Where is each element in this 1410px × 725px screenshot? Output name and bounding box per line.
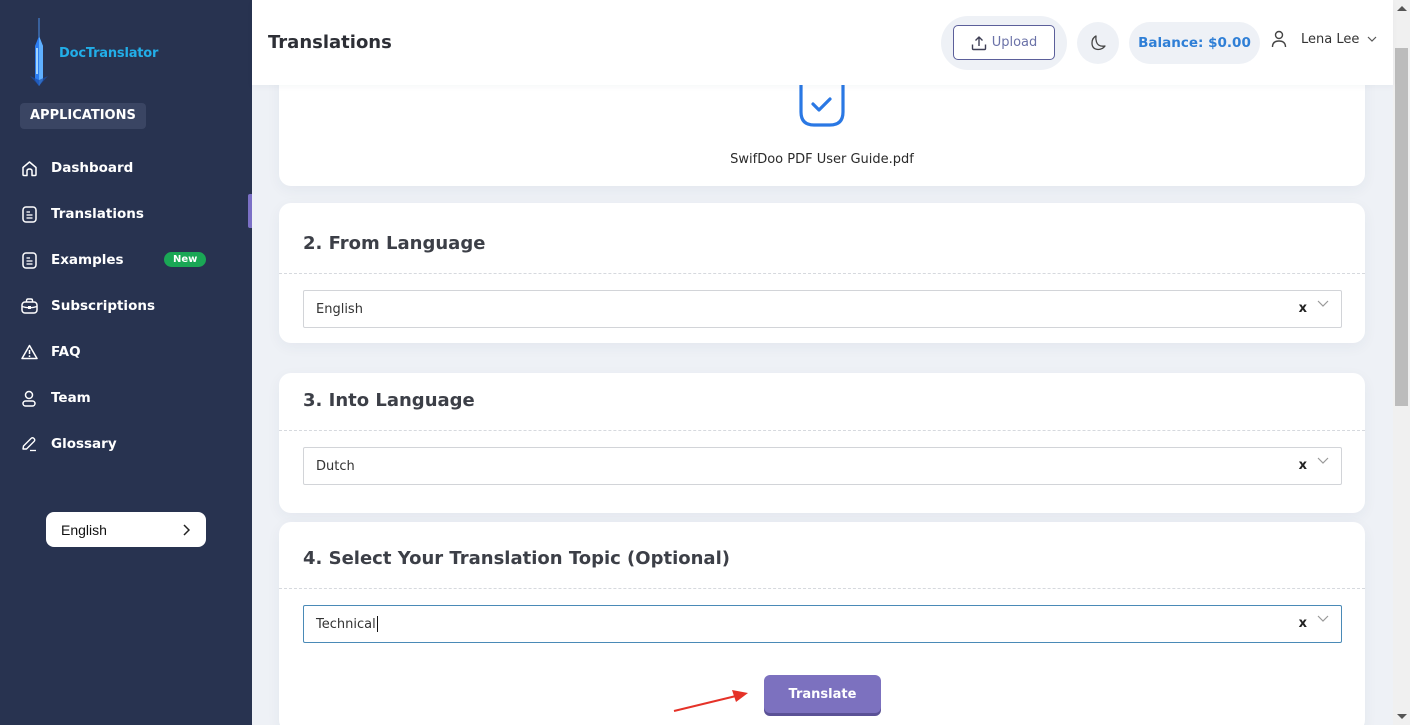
translation-topic-section: 4. Select Your Translation Topic (Option…: [279, 522, 1365, 725]
chevron-right-icon: [183, 523, 190, 536]
topic-select-input[interactable]: Technical x: [303, 605, 1342, 643]
section-title: 4. Select Your Translation Topic (Option…: [303, 548, 730, 569]
user-name: Lena Lee: [1301, 31, 1360, 47]
applications-section-label: APPLICATIONS: [20, 103, 146, 129]
sidebar-item-label: Subscriptions: [51, 298, 155, 314]
sidebar-item-subscriptions[interactable]: Subscriptions: [0, 283, 252, 329]
upload-container: Upload: [941, 16, 1067, 70]
sidebar-item-translations[interactable]: Translations: [0, 191, 252, 237]
chevron-down-icon[interactable]: [1317, 615, 1329, 623]
warning-icon: [20, 343, 38, 361]
user-icon: [1271, 30, 1287, 48]
app-name: DocTranslator: [59, 45, 159, 61]
document-icon: [20, 251, 38, 269]
file-name: SwifDoo PDF User Guide.pdf: [730, 152, 914, 167]
from-language-select[interactable]: English x: [303, 290, 1342, 328]
sidebar-item-dashboard[interactable]: Dashboard: [0, 145, 252, 191]
language-label: English: [61, 521, 107, 538]
check-square-icon: [799, 82, 845, 127]
top-header: Translations Upload Balance: $0.00 Lena …: [252, 0, 1393, 85]
chevron-down-icon[interactable]: [1317, 300, 1329, 308]
annotation-arrow-icon: [673, 690, 748, 712]
sidebar-item-label: Team: [51, 390, 91, 406]
briefcase-icon: [20, 297, 38, 315]
balance-display[interactable]: Balance: $0.00: [1129, 22, 1260, 64]
into-language-section: 3. Into Language Dutch x: [279, 373, 1365, 513]
translate-button[interactable]: Translate: [764, 675, 881, 713]
sidebar-item-label: FAQ: [51, 344, 81, 360]
sidebar-item-label: Translations: [51, 206, 144, 222]
home-icon: [20, 159, 38, 177]
scroll-up-arrow-icon[interactable]: [1397, 6, 1407, 11]
page-title: Translations: [268, 32, 392, 53]
app-logo[interactable]: DocTranslator: [24, 18, 158, 88]
chevron-down-icon[interactable]: [1317, 457, 1329, 465]
from-language-section: 2. From Language English x: [279, 203, 1365, 343]
page-scrollbar[interactable]: [1393, 0, 1410, 725]
moon-icon: [1091, 35, 1106, 51]
sidebar-item-team[interactable]: Team: [0, 375, 252, 421]
sidebar-item-glossary[interactable]: Glossary: [0, 421, 252, 467]
section-divider: [279, 273, 1365, 274]
section-divider: [279, 588, 1365, 589]
clear-icon[interactable]: x: [1299, 458, 1307, 473]
sidebar-item-examples[interactable]: Examples New: [0, 237, 252, 283]
select-value: Technical: [316, 616, 376, 632]
language-switcher[interactable]: English: [46, 512, 206, 547]
scroll-thumb[interactable]: [1395, 48, 1408, 406]
scroll-down-arrow-icon[interactable]: [1397, 714, 1407, 719]
clear-icon[interactable]: x: [1299, 301, 1307, 316]
upload-icon: [971, 35, 986, 50]
sidebar-item-faq[interactable]: FAQ: [0, 329, 252, 375]
section-divider: [279, 430, 1365, 431]
user-icon: [20, 389, 38, 407]
section-title: 2. From Language: [303, 233, 486, 254]
sidebar-nav: Dashboard Translations Examples New Subs…: [0, 145, 252, 467]
pencil-icon: [20, 435, 38, 453]
document-icon: [20, 205, 38, 223]
section-title: 3. Into Language: [303, 390, 475, 411]
sidebar-item-label: Glossary: [51, 436, 117, 452]
user-menu[interactable]: Lena Lee: [1271, 30, 1377, 48]
select-value: Dutch: [316, 458, 355, 474]
into-language-select[interactable]: Dutch x: [303, 447, 1342, 485]
upload-button[interactable]: Upload: [953, 25, 1055, 60]
sidebar-item-label: Examples: [51, 252, 124, 268]
clear-icon[interactable]: x: [1299, 616, 1307, 631]
chevron-down-icon: [1367, 36, 1377, 42]
select-value: English: [316, 301, 363, 317]
dark-mode-toggle[interactable]: [1077, 22, 1119, 64]
logo-icon: [30, 18, 48, 86]
sidebar-item-label: Dashboard: [51, 160, 134, 176]
sidebar: DocTranslator APPLICATIONS Dashboard Tra…: [0, 0, 252, 725]
new-badge: New: [164, 252, 207, 267]
text-cursor: [376, 616, 378, 632]
upload-label: Upload: [991, 35, 1038, 50]
